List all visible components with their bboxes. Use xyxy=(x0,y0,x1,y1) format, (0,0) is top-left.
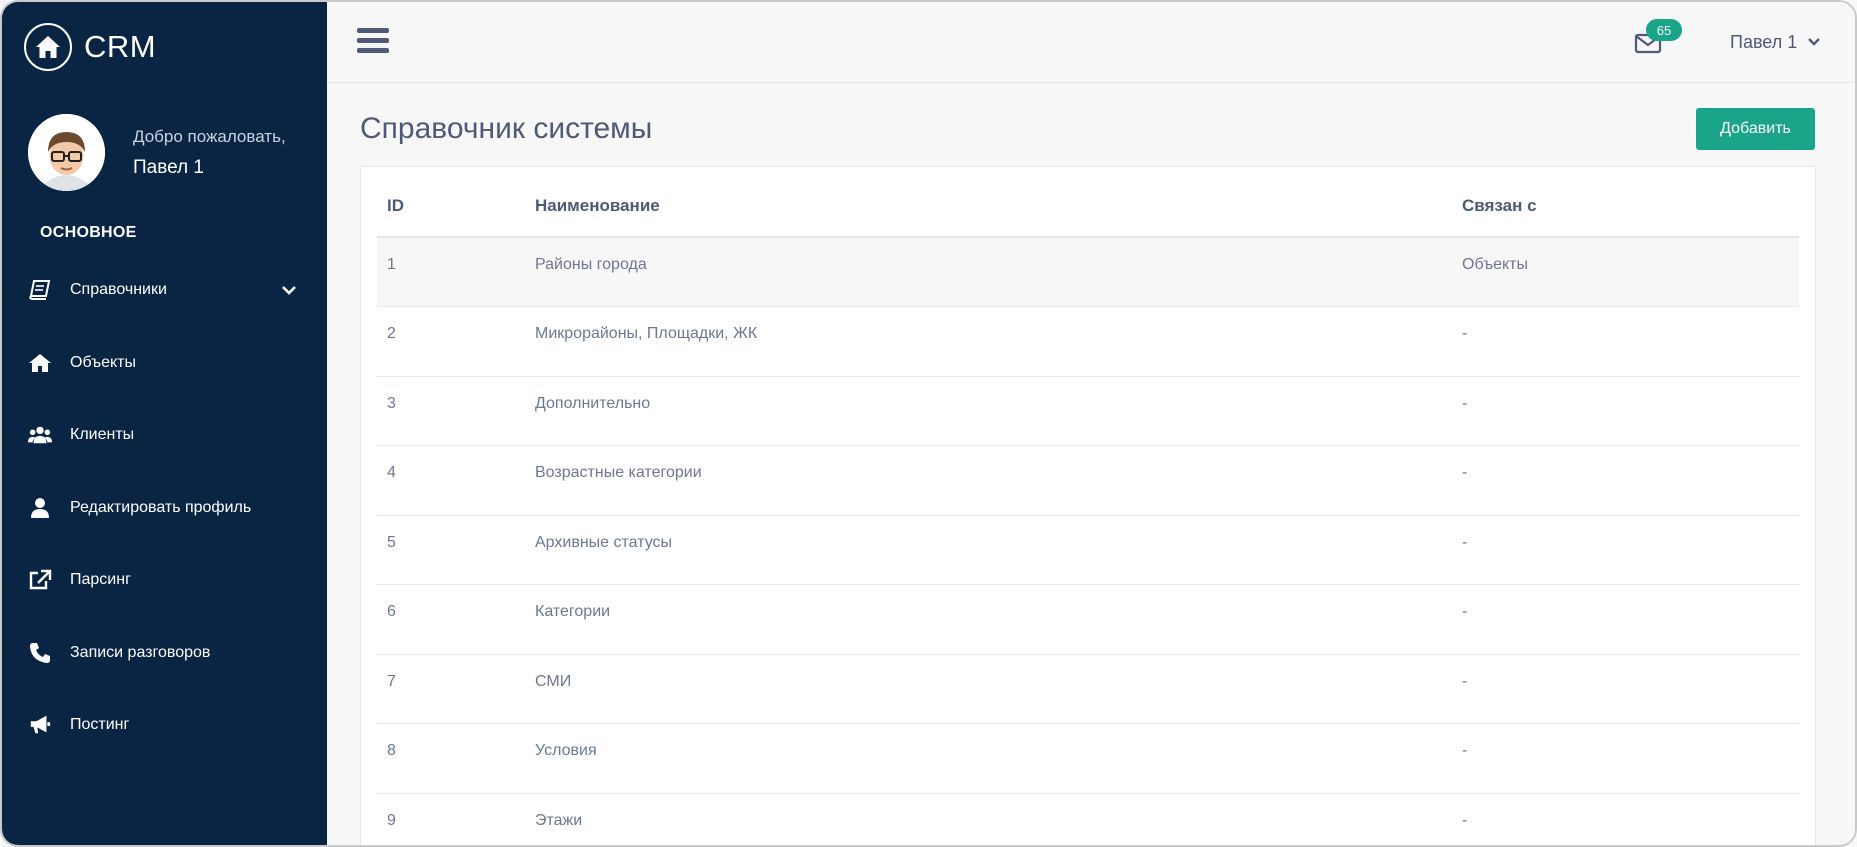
cell-name: Микрорайоны, Площадки, ЖК xyxy=(535,306,1462,377)
sidebar-item-edit-profile[interactable]: Редактировать профиль xyxy=(2,472,327,545)
chevron-down-icon xyxy=(281,282,297,303)
megaphone-icon xyxy=(28,713,52,737)
column-header-related[interactable]: Связан с xyxy=(1462,175,1799,238)
sidebar-item-label: Записи разговоров xyxy=(70,643,211,661)
table-header-row: ID Наименование Связан с xyxy=(377,175,1799,238)
table-row[interactable]: 5 Архивные статусы - xyxy=(377,515,1799,585)
cell-name: Возрастные категории xyxy=(535,445,1462,516)
cell-name: Дополнительно xyxy=(535,376,1462,446)
cell-name: Районы города xyxy=(535,237,1462,307)
sidebar-item-objects[interactable]: Объекты xyxy=(2,327,327,400)
home-logo-icon xyxy=(24,23,72,71)
sidebar-item-clients[interactable]: Клиенты xyxy=(2,399,327,472)
cell-id: 8 xyxy=(377,723,535,794)
sidebar-item-parsing[interactable]: Парсинг xyxy=(2,544,327,617)
sidebar-item-label: Редактировать профиль xyxy=(70,498,252,516)
chevron-down-icon xyxy=(1807,32,1821,53)
mail-count-badge: 65 xyxy=(1646,19,1682,41)
cell-id: 1 xyxy=(377,237,535,307)
external-link-icon xyxy=(28,568,52,592)
table-row[interactable]: 7 СМИ - xyxy=(377,654,1799,724)
cell-related: - xyxy=(1462,376,1799,446)
cell-related: Объекты xyxy=(1462,237,1799,307)
user-icon xyxy=(28,496,52,520)
table-row[interactable]: 3 Дополнительно - xyxy=(377,376,1799,446)
nav-section-label: ОСНОВНОЕ xyxy=(40,224,137,241)
phone-icon xyxy=(28,641,52,665)
topbar: 65 Павел 1 xyxy=(327,2,1855,83)
sidebar-item-label: Объекты xyxy=(70,353,136,371)
cell-related: - xyxy=(1462,723,1799,794)
table-panel: ID Наименование Связан с 1 Районы города… xyxy=(360,166,1816,845)
cell-name: Этажи xyxy=(535,793,1462,845)
table-row[interactable]: 6 Категории - xyxy=(377,584,1799,655)
brand-name: CRM xyxy=(84,29,157,64)
sidebar-item-label: Постинг xyxy=(70,716,130,734)
cell-id: 2 xyxy=(377,306,535,377)
cell-related: - xyxy=(1462,793,1799,845)
sidebar-item-label: Клиенты xyxy=(70,426,135,444)
column-header-id[interactable]: ID xyxy=(377,175,535,238)
cell-name: Условия xyxy=(535,723,1462,794)
user-menu-name: Павел 1 xyxy=(1730,32,1798,52)
avatar[interactable] xyxy=(28,114,105,191)
user-menu[interactable]: Павел 1 xyxy=(1730,32,1821,53)
brand[interactable]: CRM xyxy=(24,22,156,72)
users-icon xyxy=(28,423,52,447)
cell-related: - xyxy=(1462,654,1799,724)
sidebar-item-posting[interactable]: Постинг xyxy=(2,689,327,762)
page-title: Справочник системы xyxy=(360,112,653,145)
table-row[interactable]: 1 Районы города Объекты xyxy=(377,237,1799,307)
app-window: CRM Добро пожаловать, Павел 1 ОСНОВНОЕ С… xyxy=(0,0,1857,847)
cell-id: 4 xyxy=(377,445,535,516)
table-row[interactable]: 9 Этажи - xyxy=(377,793,1799,845)
home-icon xyxy=(28,351,52,375)
cell-related: - xyxy=(1462,515,1799,585)
sidebar: CRM Добро пожаловать, Павел 1 ОСНОВНОЕ С… xyxy=(2,2,327,845)
table-row[interactable]: 4 Возрастные категории - xyxy=(377,445,1799,516)
cell-id: 9 xyxy=(377,793,535,845)
cell-id: 5 xyxy=(377,515,535,585)
welcome: Добро пожаловать, Павел 1 xyxy=(133,127,286,179)
cell-related: - xyxy=(1462,306,1799,377)
book-icon xyxy=(28,278,52,302)
cell-related: - xyxy=(1462,445,1799,516)
add-button[interactable]: Добавить xyxy=(1696,108,1815,150)
welcome-text: Добро пожаловать, xyxy=(133,126,286,146)
profile-block: Добро пожаловать, Павел 1 xyxy=(28,114,286,191)
cell-id: 7 xyxy=(377,654,535,724)
cell-related: - xyxy=(1462,584,1799,655)
menu-toggle-icon[interactable] xyxy=(357,28,389,56)
cell-name: СМИ xyxy=(535,654,1462,724)
sidebar-item-label: Парсинг xyxy=(70,571,131,589)
welcome-name: Павел 1 xyxy=(133,156,204,178)
cell-name: Архивные статусы xyxy=(535,515,1462,585)
column-header-name[interactable]: Наименование xyxy=(535,175,1462,238)
sidebar-item-directories[interactable]: Справочники xyxy=(2,254,327,327)
cell-name: Категории xyxy=(535,584,1462,655)
cell-id: 6 xyxy=(377,584,535,655)
sidebar-item-label: Справочники xyxy=(70,281,167,299)
sidebar-nav: Справочники Объекты Клиенты Редактироват… xyxy=(2,254,327,762)
table-row[interactable]: 2 Микрорайоны, Площадки, ЖК - xyxy=(377,306,1799,377)
directory-table: ID Наименование Связан с 1 Районы города… xyxy=(377,175,1799,845)
table-row[interactable]: 8 Условия - xyxy=(377,723,1799,794)
sidebar-item-call-records[interactable]: Записи разговоров xyxy=(2,617,327,690)
cell-id: 3 xyxy=(377,376,535,446)
